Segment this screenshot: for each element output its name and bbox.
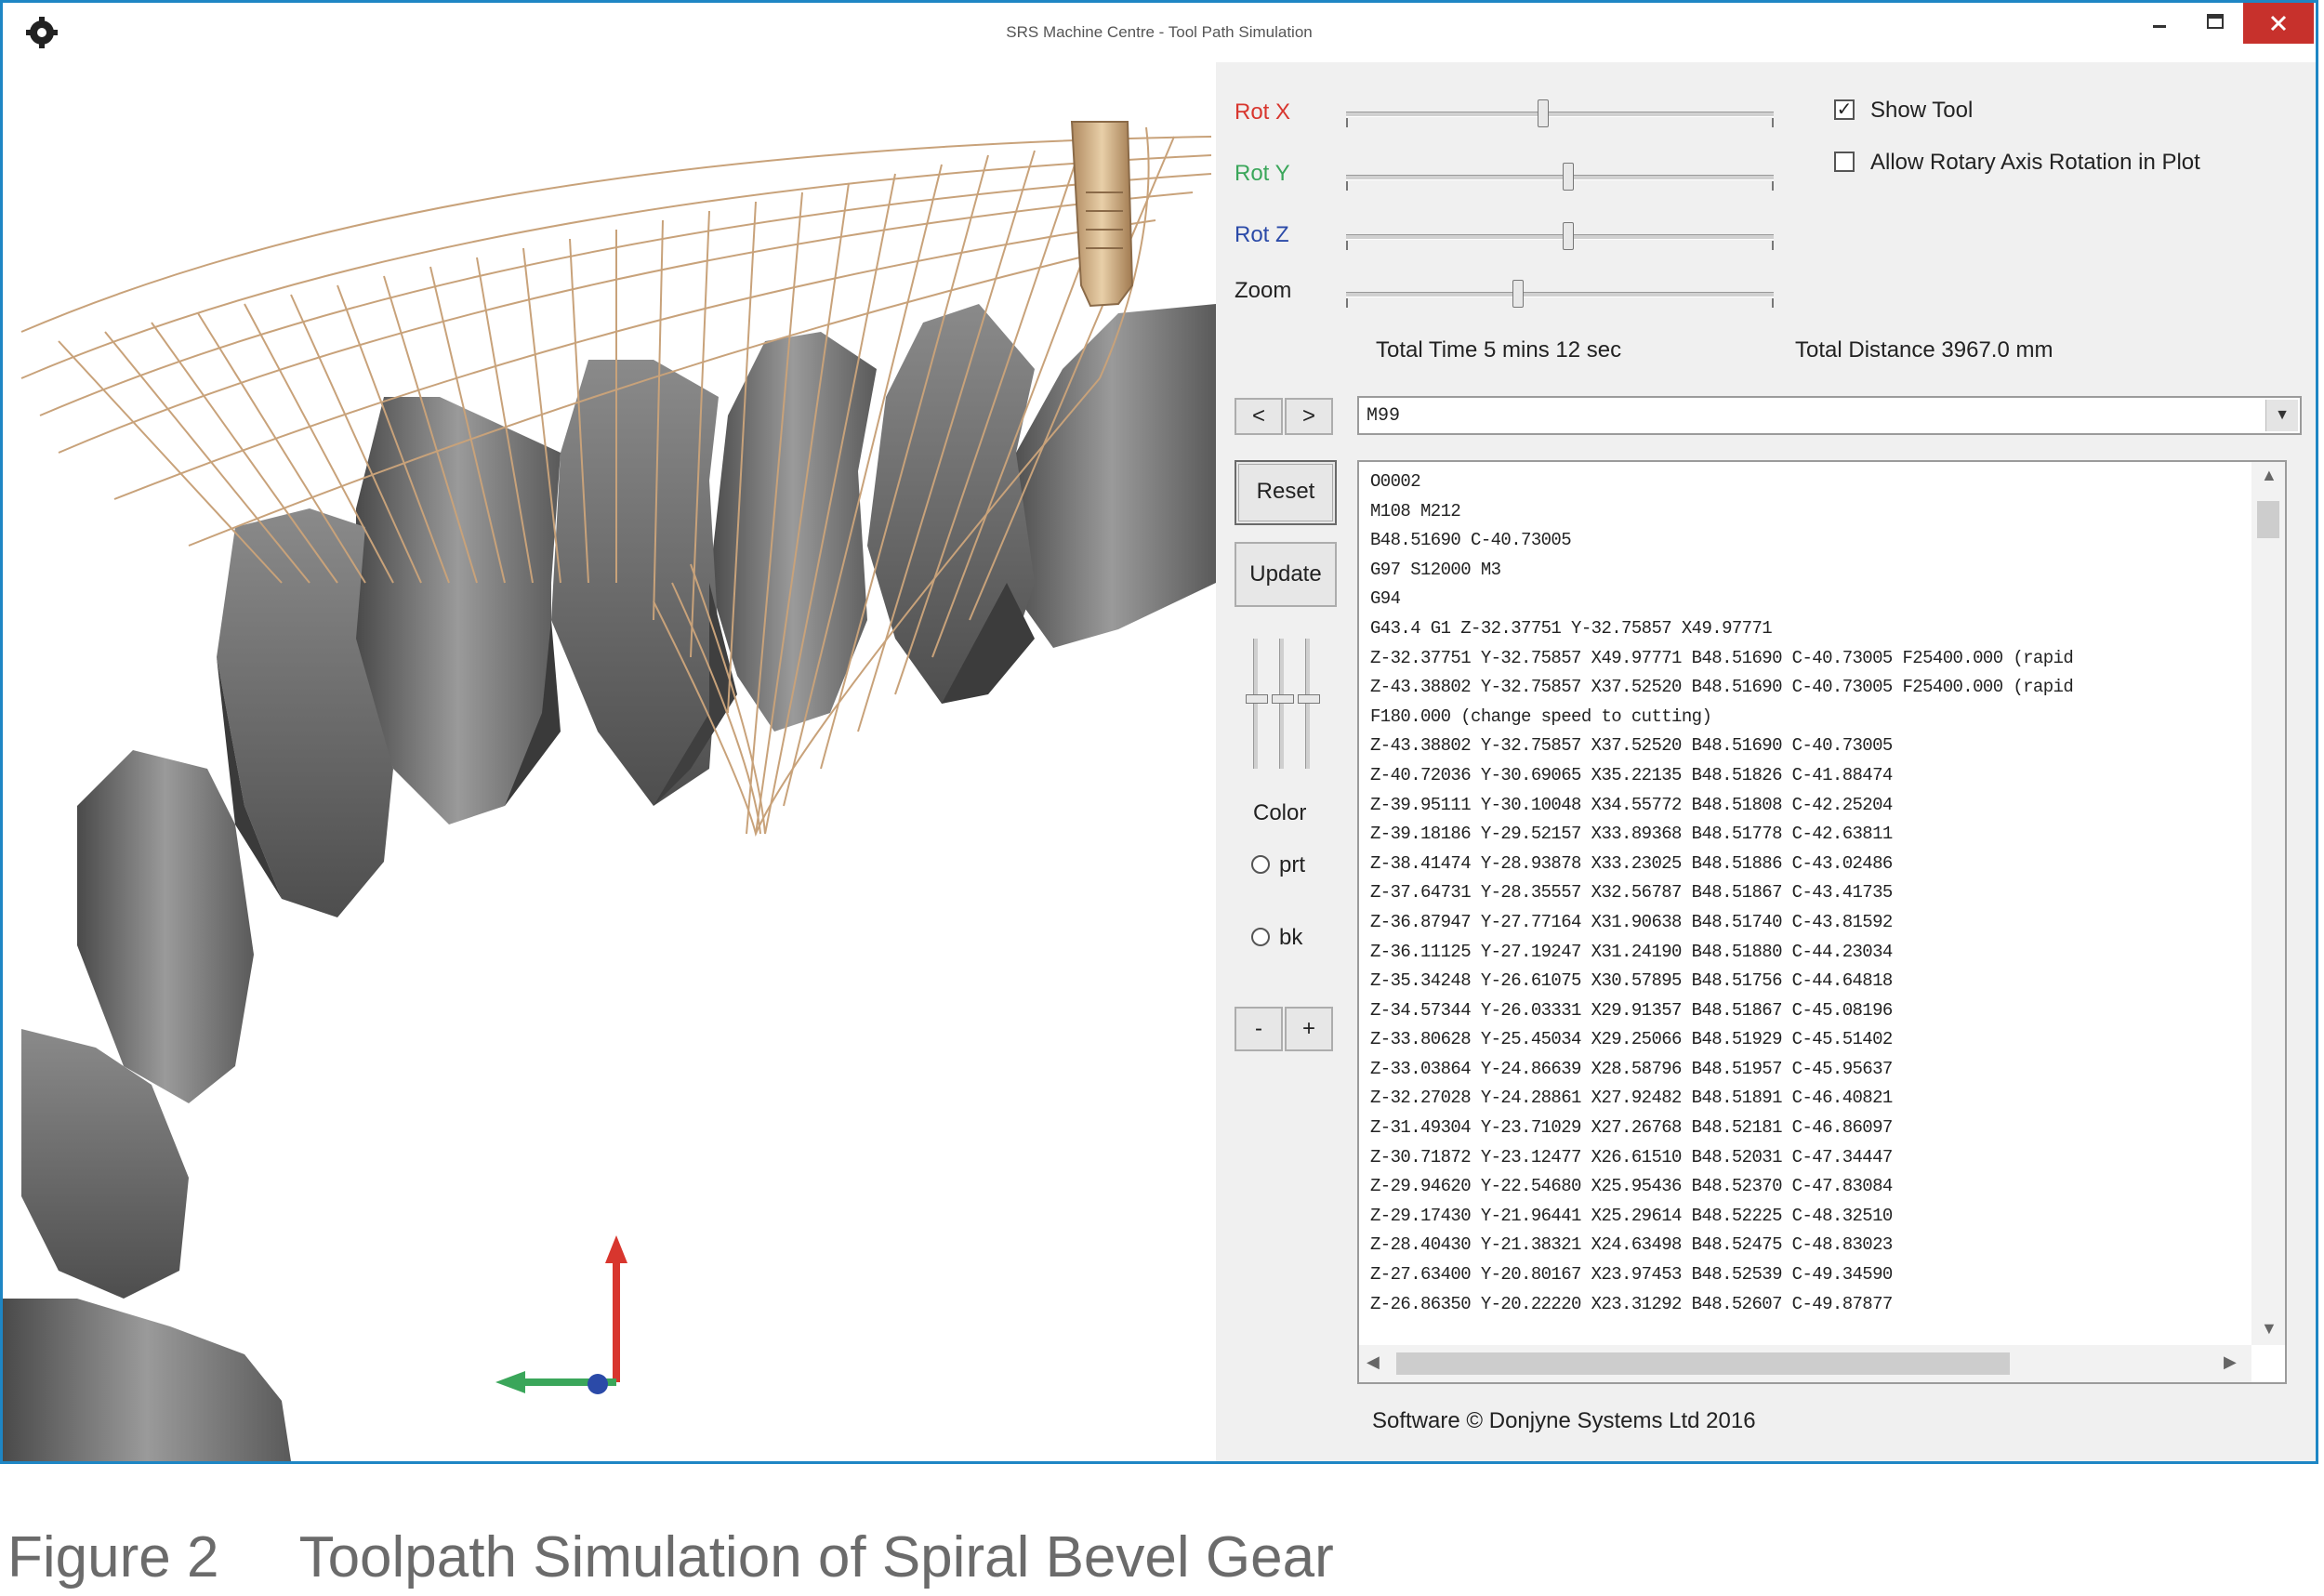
title-bar: SRS Machine Centre - Tool Path Simulatio… <box>3 3 2316 62</box>
color-bk-radio[interactable] <box>1251 928 1270 946</box>
line-select-value: M99 <box>1367 405 1401 427</box>
slider-thumb[interactable] <box>1538 99 1549 127</box>
zoom-slider[interactable] <box>1346 280 1774 308</box>
close-icon <box>2270 15 2287 32</box>
gcode-line[interactable]: Z-37.64731 Y-28.35557 X32.56787 B48.5186… <box>1370 878 2235 908</box>
gcode-line[interactable]: Z-29.17430 Y-21.96441 X25.29614 B48.5222… <box>1370 1202 2235 1232</box>
figure-number: Figure 2 <box>7 1525 219 1589</box>
gcode-line[interactable]: Z-36.87947 Y-27.77164 X31.90638 B48.5174… <box>1370 908 2235 938</box>
gcode-line[interactable]: Z-33.03864 Y-24.86639 X28.58796 B48.5195… <box>1370 1055 2235 1085</box>
axis-triad <box>495 1235 627 1394</box>
minimize-icon <box>2153 25 2166 28</box>
gcode-line[interactable]: F180.000 (change speed to cutting) <box>1370 703 2235 732</box>
rot-y-label: Rot Y <box>1235 161 1290 186</box>
color-bk-label: bk <box>1279 925 1303 950</box>
scroll-right-icon[interactable]: ▶ <box>2224 1352 2237 1372</box>
gcode-lines: O0002 M108 M212 B48.51690 C-40.73005 G97 S1… <box>1370 468 2235 1319</box>
vertical-scrollbar[interactable]: ▲ ▼ <box>2251 462 2285 1345</box>
show-tool-checkbox[interactable]: ✓ <box>1834 99 1855 120</box>
horizontal-scroll-thumb[interactable] <box>1396 1352 2010 1375</box>
gcode-line[interactable]: Z-43.38802 Y-32.75857 X37.52520 B48.5169… <box>1370 673 2235 703</box>
gcode-line[interactable]: Z-32.37751 Y-32.75857 X49.97771 B48.5169… <box>1370 644 2235 674</box>
total-distance: Total Distance 3967.0 mm <box>1795 337 2053 363</box>
gcode-line[interactable]: Z-29.94620 Y-22.54680 X25.95436 B48.5237… <box>1370 1172 2235 1202</box>
window-title: SRS Machine Centre - Tool Path Simulatio… <box>1006 23 1313 41</box>
vertical-scroll-thumb[interactable] <box>2257 501 2279 538</box>
gcode-line[interactable]: Z-38.41474 Y-28.93878 X33.23025 B48.5188… <box>1370 850 2235 879</box>
gcode-line[interactable]: Z-28.40430 Y-21.38321 X24.63498 B48.5247… <box>1370 1231 2235 1260</box>
next-button[interactable]: > <box>1285 398 1333 435</box>
color-slider-b[interactable] <box>1298 639 1320 769</box>
total-time: Total Time 5 mins 12 sec <box>1376 337 1622 363</box>
rot-y-slider[interactable] <box>1346 163 1774 191</box>
gcode-line[interactable]: Z-35.34248 Y-26.61075 X30.57895 B48.5175… <box>1370 967 2235 996</box>
rot-z-slider[interactable] <box>1346 222 1774 250</box>
dropdown-arrow-icon[interactable]: ▼ <box>2265 400 2298 431</box>
figure-title: Toolpath Simulation of Spiral Bevel Gear <box>298 1525 1334 1589</box>
slider-thumb[interactable] <box>1512 280 1524 308</box>
gcode-line[interactable]: Z-31.49304 Y-23.71029 X27.26768 B48.5218… <box>1370 1114 2235 1143</box>
maximize-button[interactable] <box>2187 3 2243 44</box>
prev-button[interactable]: < <box>1235 398 1283 435</box>
simulation-viewport[interactable] <box>3 62 1216 1461</box>
gcode-line[interactable]: Z-26.86350 Y-20.22220 X23.31292 B48.5260… <box>1370 1290 2235 1320</box>
cutting-tool <box>1070 121 1134 308</box>
reset-button[interactable]: Reset <box>1235 460 1337 525</box>
slider-thumb[interactable] <box>1563 222 1574 250</box>
close-button[interactable] <box>2243 3 2314 44</box>
color-label: Color <box>1253 800 1307 825</box>
scroll-left-icon[interactable]: ◀ <box>1367 1352 1380 1372</box>
gcode-line[interactable]: Z-36.11125 Y-27.19247 X31.24190 B48.5188… <box>1370 938 2235 968</box>
gcode-line[interactable]: G43.4 G1 Z-32.37751 Y-32.75857 X49.97771 <box>1370 614 2235 644</box>
gcode-line[interactable]: Z-39.18186 Y-29.52157 X33.89368 B48.5177… <box>1370 820 2235 850</box>
gcode-line[interactable]: Z-39.95111 Y-30.10048 X34.55772 B48.5180… <box>1370 791 2235 821</box>
slider-thumb[interactable] <box>1563 163 1574 191</box>
gcode-line[interactable]: Z-33.80628 Y-25.45034 X29.25066 B48.5192… <box>1370 1025 2235 1055</box>
horizontal-scrollbar[interactable]: ◀ ▶ <box>1359 1345 2251 1382</box>
plus-button[interactable]: + <box>1285 1007 1333 1051</box>
allow-rotary-checkbox[interactable] <box>1834 152 1855 172</box>
gcode-line[interactable]: B48.51690 C-40.73005 <box>1370 526 2235 556</box>
show-tool-label: Show Tool <box>1870 98 1974 123</box>
scroll-up-icon[interactable]: ▲ <box>2261 466 2278 485</box>
minus-button[interactable]: - <box>1235 1007 1283 1051</box>
gcode-line[interactable]: Z-30.71872 Y-23.12477 X26.61510 B48.5203… <box>1370 1143 2235 1173</box>
update-button[interactable]: Update <box>1235 542 1337 607</box>
gcode-line[interactable]: Z-27.63400 Y-20.80167 X23.97453 B48.5253… <box>1370 1260 2235 1290</box>
color-prt-label: prt <box>1279 852 1306 877</box>
figure-caption: Figure 2 Toolpath Simulation of Spiral B… <box>7 1524 1334 1590</box>
scroll-down-icon[interactable]: ▼ <box>2261 1319 2278 1339</box>
app-window: SRS Machine Centre - Tool Path Simulatio… <box>0 0 2318 1464</box>
gcode-line[interactable]: Z-32.27028 Y-24.28861 X27.92482 B48.5189… <box>1370 1084 2235 1114</box>
gcode-line[interactable]: G94 <box>1370 585 2235 614</box>
gcode-line[interactable]: G97 S12000 M3 <box>1370 556 2235 586</box>
gcode-listbox[interactable]: O0002 M108 M212 B48.51690 C-40.73005 G97 S1… <box>1357 460 2287 1384</box>
copyright-text: Software © Donjyne Systems Ltd 2016 <box>1372 1408 1756 1433</box>
gcode-line[interactable]: M108 M212 <box>1370 497 2235 527</box>
rot-x-label: Rot X <box>1235 99 1291 125</box>
rot-z-label: Rot Z <box>1235 222 1289 247</box>
gcode-line[interactable]: O0002 <box>1370 468 2235 497</box>
color-slider-g[interactable] <box>1272 639 1294 769</box>
zoom-label: Zoom <box>1235 278 1292 303</box>
color-prt-radio[interactable] <box>1251 855 1270 874</box>
gcode-line[interactable]: Z-34.57344 Y-26.03331 X29.91357 B48.5186… <box>1370 996 2235 1026</box>
line-select-dropdown[interactable]: M99 ▼ <box>1357 396 2302 435</box>
gcode-line[interactable]: Z-43.38802 Y-32.75857 X37.52520 B48.5169… <box>1370 732 2235 761</box>
allow-rotary-label: Allow Rotary Axis Rotation in Plot <box>1870 150 2200 175</box>
control-panel: Rot X Rot Y Rot Z Zoom ✓ Show Tool Allow… <box>1216 62 2316 1461</box>
gcode-line[interactable]: Z-40.72036 Y-30.69065 X35.22135 B48.5182… <box>1370 761 2235 791</box>
color-slider-r[interactable] <box>1246 639 1268 769</box>
maximize-icon <box>2207 14 2224 29</box>
rot-x-slider[interactable] <box>1346 99 1774 127</box>
minimize-button[interactable] <box>2132 3 2187 44</box>
gear-render <box>3 121 1216 1461</box>
